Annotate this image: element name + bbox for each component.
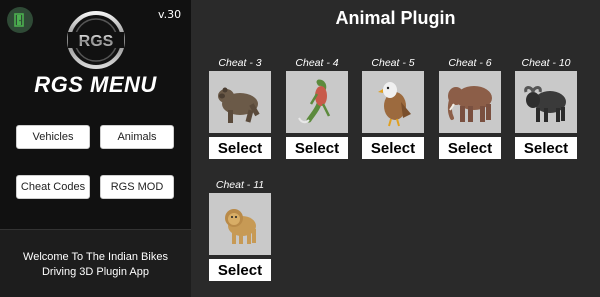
bear-icon: [218, 87, 260, 123]
select-button[interactable]: Select: [209, 259, 271, 281]
animal-card: Cheat - 11 Select: [209, 178, 271, 281]
lizard-creature-icon: [298, 79, 331, 124]
main-panel: Animal Plugin Cheat - 3 Select Cheat - 4: [191, 0, 600, 297]
cheat-label: Cheat - 11: [215, 179, 265, 191]
sidebar: v.30 RGS RGS MENU Vehicles Animals Cheat…: [0, 0, 191, 297]
elephant-icon: [447, 86, 492, 122]
select-button[interactable]: Select: [515, 137, 577, 159]
welcome-line-2: Driving 3D Plugin App: [41, 266, 149, 278]
lion-icon: [225, 209, 256, 244]
animal-card: Cheat - 5 Select: [362, 56, 424, 159]
animal-card: Cheat - 3 Select: [209, 56, 271, 159]
vehicles-button[interactable]: Vehicles: [16, 125, 90, 149]
animal-card: Cheat - 10 Select: [515, 56, 577, 159]
animals-button[interactable]: Animals: [100, 125, 174, 149]
welcome-text: Welcome To The Indian Bikes Driving 3D P…: [0, 250, 191, 280]
select-button[interactable]: Select: [286, 137, 348, 159]
select-button[interactable]: Select: [209, 137, 271, 159]
select-button[interactable]: Select: [362, 137, 424, 159]
version-label: v.30: [158, 8, 182, 21]
cheat-label: Cheat - 5: [371, 57, 415, 69]
eagle-icon: [378, 82, 411, 127]
menu-title: RGS MENU: [34, 72, 157, 97]
animal-image: [362, 71, 424, 133]
animal-image: [209, 71, 271, 133]
rgs-mod-button[interactable]: RGS MOD: [100, 175, 174, 199]
buffalo-icon: [524, 86, 566, 122]
cheat-label: Cheat - 4: [295, 57, 339, 69]
exit-button[interactable]: [7, 7, 33, 33]
rgs-logo: RGS: [67, 11, 125, 69]
animal-card: Cheat - 6 Select: [439, 56, 501, 159]
animal-image: [286, 71, 348, 133]
cheat-label: Cheat - 6: [448, 57, 492, 69]
animal-image: [515, 71, 577, 133]
animal-image: [209, 193, 271, 255]
animal-image: [439, 71, 501, 133]
cheat-label: Cheat - 3: [218, 57, 262, 69]
page-title: Animal Plugin: [335, 8, 456, 28]
cheat-codes-button[interactable]: Cheat Codes: [16, 175, 90, 199]
animal-card: Cheat - 4 Select: [286, 56, 348, 159]
svg-text:RGS: RGS: [79, 33, 114, 50]
select-button[interactable]: Select: [439, 137, 501, 159]
exit-door-icon: [14, 13, 24, 27]
cheat-label: Cheat - 10: [521, 57, 571, 69]
welcome-line-1: Welcome To The Indian Bikes: [23, 251, 168, 263]
